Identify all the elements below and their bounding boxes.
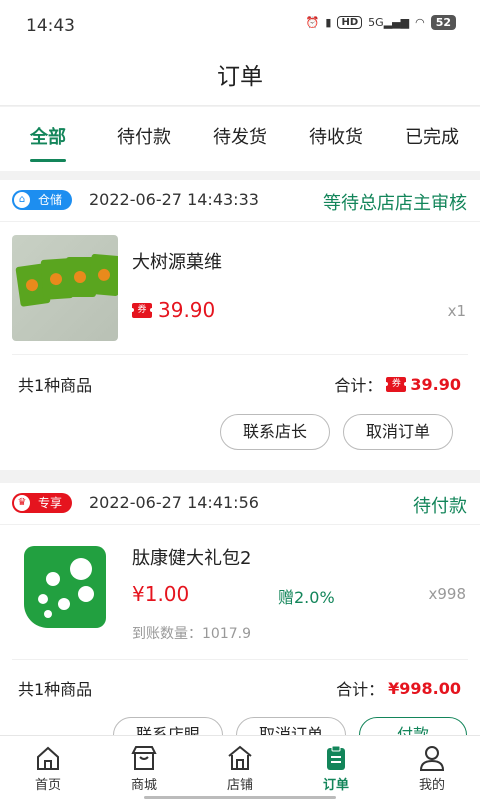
vibrate-icon: ▮ xyxy=(325,16,332,29)
product-price: 券 39.90 xyxy=(130,298,215,322)
status-icons: ⏰ ▮ HD 5G▂▄▆ ◠ 52 xyxy=(306,15,456,30)
alarm-icon: ⏰ xyxy=(305,16,320,29)
battery-icon: 52 xyxy=(430,15,456,30)
product-image[interactable] xyxy=(12,538,118,644)
home-indicator xyxy=(144,796,336,799)
order-header: ⌂ 仓储 2022-06-27 14:43:33 等待总店店主审核 xyxy=(0,180,480,222)
nav-mall[interactable]: 商城 xyxy=(96,736,192,800)
item-count: 共1种商品 xyxy=(18,376,93,395)
user-icon xyxy=(419,746,445,771)
order-status: 待付款 xyxy=(413,496,467,517)
order-type-badge: ⌂ 仓储 xyxy=(12,190,73,210)
nav-shop[interactable]: 店铺 xyxy=(192,736,288,800)
product-image[interactable] xyxy=(12,235,118,341)
signal-icon: 5G▂▄▆ xyxy=(368,16,410,29)
arrival-amount: 到账数量：1017.9 xyxy=(132,626,251,642)
order-tabs: 全部 待付款 待发货 待收货 已完成 xyxy=(0,107,480,171)
product-qty: x998 xyxy=(428,585,466,603)
order-header: ♛ 专享 2022-06-27 14:41:56 待付款 xyxy=(0,483,480,525)
nav-orders[interactable]: 订单 xyxy=(288,736,384,800)
product-name[interactable]: 肽康健大礼包2 xyxy=(132,544,251,570)
tab-pending-payment[interactable]: 待付款 xyxy=(96,107,192,171)
order-total: 合计： ¥998.00 xyxy=(336,678,461,700)
tab-pending-shipment[interactable]: 待发货 xyxy=(192,107,288,171)
status-time: 14:43 xyxy=(26,16,75,36)
page-title: 订单 xyxy=(217,64,263,90)
order-status: 等待总店店主审核 xyxy=(323,193,467,214)
product-price: ¥1.00 xyxy=(132,582,190,606)
bottom-nav: 首页 商城 店铺 订单 我的 xyxy=(0,735,480,800)
shop-icon xyxy=(228,745,252,770)
product-qty: x1 xyxy=(447,302,466,320)
crown-icon: ♛ xyxy=(14,495,30,511)
tab-completed[interactable]: 已完成 xyxy=(384,107,480,171)
order-card[interactable]: ⌂ 仓储 2022-06-27 14:43:33 等待总店店主审核 大树源菓维 … xyxy=(0,180,480,470)
order-datetime: 2022-06-27 14:43:33 xyxy=(89,190,259,209)
nav-home[interactable]: 首页 xyxy=(0,736,96,800)
order-card[interactable]: ♛ 专享 2022-06-27 14:41:56 待付款 肽康健大礼包2 ¥1.… xyxy=(0,483,480,743)
tab-all[interactable]: 全部 xyxy=(0,107,96,171)
contact-manager-button[interactable]: 联系店长 xyxy=(220,414,330,450)
divider xyxy=(12,354,468,355)
coupon-icon: 券 xyxy=(130,302,154,318)
product-logo xyxy=(24,546,106,628)
hd-icon: HD xyxy=(337,16,363,29)
coupon-icon: 券 xyxy=(384,376,409,392)
nav-mine[interactable]: 我的 xyxy=(384,736,480,800)
cancel-order-button[interactable]: 取消订单 xyxy=(343,414,453,450)
store-icon xyxy=(131,746,157,770)
order-total: 合计： 券 39.90 xyxy=(334,374,461,396)
order-datetime: 2022-06-27 14:41:56 xyxy=(89,493,259,512)
home-icon xyxy=(37,746,59,770)
item-count: 共1种商品 xyxy=(18,680,93,699)
tab-pending-receipt[interactable]: 待收货 xyxy=(288,107,384,171)
divider xyxy=(12,659,468,660)
gift-rate: 赠2.0% xyxy=(278,588,335,607)
order-icon xyxy=(327,745,345,770)
product-name[interactable]: 大树源菓维 xyxy=(132,248,222,274)
home-icon: ⌂ xyxy=(14,192,30,208)
order-type-badge: ♛ 专享 xyxy=(12,493,73,513)
wifi-icon: ◠ xyxy=(415,16,425,29)
title-bar: 订单 xyxy=(0,52,480,106)
status-bar: 14:43 ⏰ ▮ HD 5G▂▄▆ ◠ 52 xyxy=(0,0,480,52)
